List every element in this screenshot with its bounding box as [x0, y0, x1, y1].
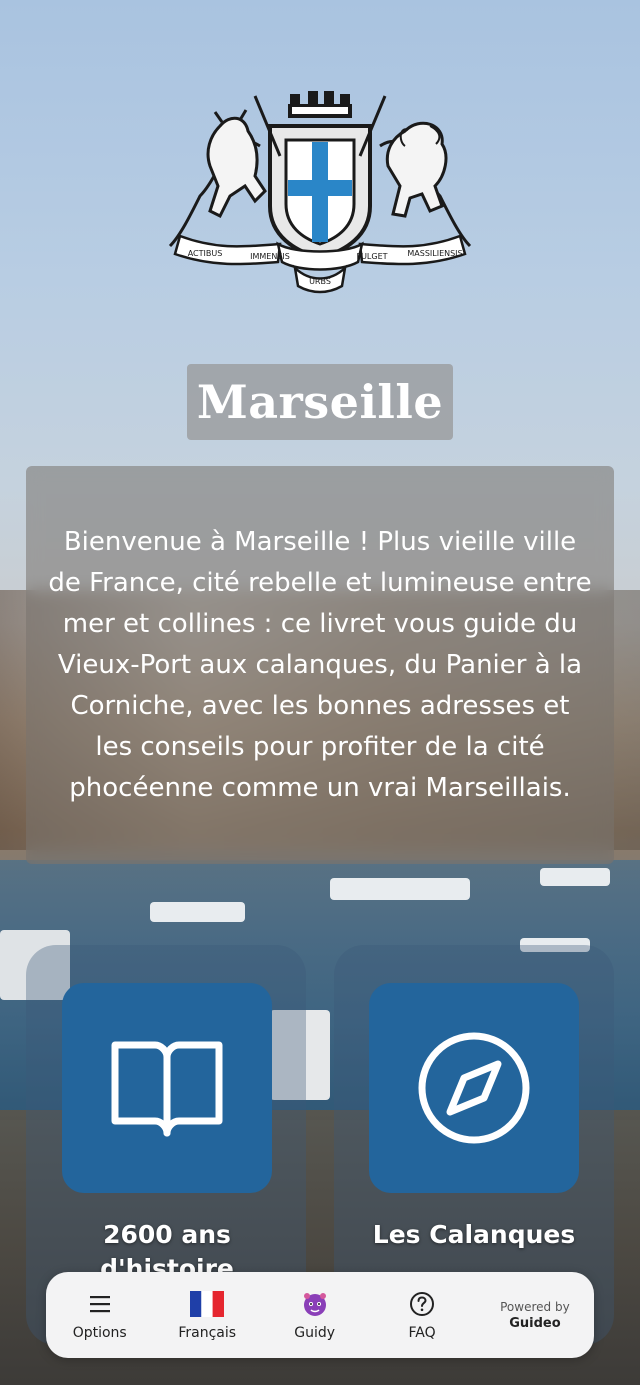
boat [540, 868, 610, 886]
book-open-icon [111, 1041, 223, 1137]
nav-options-label: Options [72, 1325, 127, 1341]
nav-options-button[interactable]: Options [46, 1272, 153, 1358]
calanques-tile-button[interactable] [369, 983, 579, 1193]
nav-guidy-label: Guidy [294, 1325, 336, 1341]
intro-card: Bienvenue à Marseille ! Plus vieille vil… [26, 466, 614, 864]
powered-by-guideo[interactable]: Powered by Guideo [476, 1300, 594, 1331]
crest-motto-word: IMMENSIS [250, 252, 290, 261]
guideo-brand: Guideo [509, 1315, 561, 1331]
boat [330, 878, 470, 900]
bottom-navigation: Options Français Guidy FAQ Powered by Gu… [46, 1272, 594, 1358]
nav-guidy-button[interactable]: Guidy [261, 1272, 368, 1358]
intro-text: Bienvenue à Marseille ! Plus vieille vil… [48, 526, 592, 803]
crest-motto-word: URBS [309, 277, 331, 286]
nav-language-button[interactable]: Français [153, 1272, 260, 1358]
crest-motto-word: MASSILIENSIS [407, 249, 462, 258]
help-circle-icon [410, 1292, 435, 1316]
french-flag-icon [190, 1291, 225, 1317]
crest-motto-word: FULGET [356, 252, 387, 261]
city-title: Marseille [196, 375, 444, 429]
nav-faq-label: FAQ [408, 1325, 436, 1341]
menu-icon [89, 1296, 110, 1313]
nav-language-label: Français [178, 1325, 237, 1341]
powered-by-text: Powered by [500, 1299, 570, 1314]
history-tile-button[interactable] [62, 983, 272, 1193]
calanques-tile-label[interactable]: Les Calanques [354, 1218, 594, 1252]
compass-icon [418, 1032, 530, 1144]
nav-faq-button[interactable]: FAQ [368, 1272, 475, 1358]
marseille-coat-of-arms-logo: ACTIBUS IMMENSIS URBS FULGET MASSILIENSI… [168, 91, 472, 294]
boat [150, 902, 245, 922]
crest-motto-word: ACTIBUS [188, 249, 223, 258]
guidy-mascot-icon [303, 1293, 326, 1316]
city-title-box: Marseille [187, 364, 453, 440]
